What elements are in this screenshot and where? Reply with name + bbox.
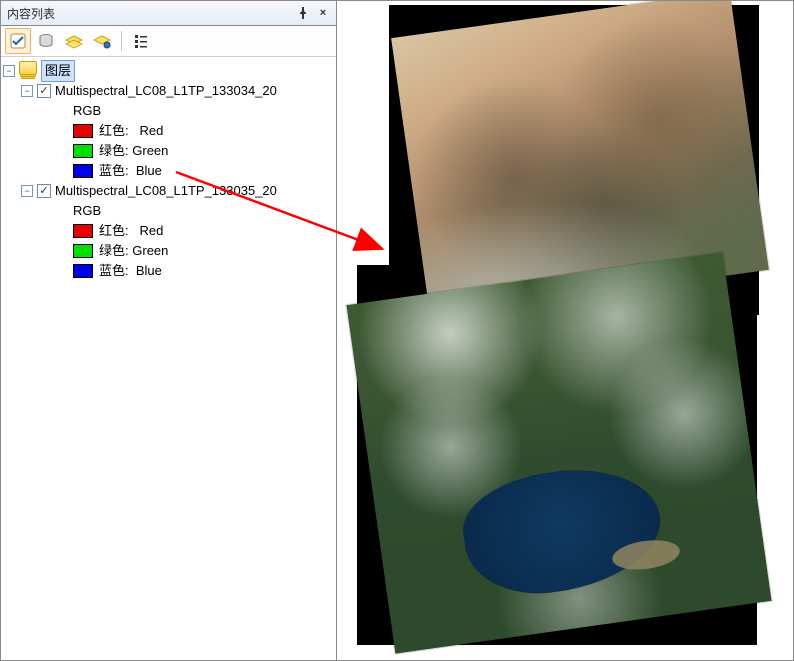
color-swatch-green: [73, 144, 93, 158]
layer-name[interactable]: Multispectral_LC08_L1TP_133035_20: [55, 181, 277, 201]
tree-root-label[interactable]: 图层: [41, 60, 75, 82]
band-label: 绿色:: [99, 141, 129, 161]
toc-tree[interactable]: − 图层 − Multispectral_LC08_L1TP_133034_20…: [1, 57, 336, 660]
band-value: Red: [139, 221, 163, 241]
color-swatch-blue: [73, 164, 93, 178]
band-label: 蓝色:: [99, 261, 129, 281]
toc-title: 内容列表: [7, 5, 292, 22]
toolbar-list-by-visibility[interactable]: [61, 28, 87, 54]
band-label: 蓝色:: [99, 161, 129, 181]
expander-icon[interactable]: −: [3, 65, 15, 77]
expander-icon[interactable]: −: [21, 85, 33, 97]
color-swatch-red: [73, 224, 93, 238]
band-value: Green: [132, 141, 168, 161]
layer-visibility-checkbox[interactable]: [37, 84, 51, 98]
toolbar-list-by-source[interactable]: [33, 28, 59, 54]
band-label: 红色:: [99, 221, 129, 241]
app-root: 内容列表 ×: [0, 0, 794, 661]
toolbar-separator: [121, 31, 122, 51]
tree-layer-0-band-red: 红色: Red: [3, 121, 334, 141]
band-label: 绿色:: [99, 241, 129, 261]
toc-titlebar: 内容列表 ×: [1, 1, 336, 26]
renderer-label: RGB: [73, 201, 101, 221]
tree-layer-1-band-red: 红色: Red: [3, 221, 334, 241]
renderer-label: RGB: [73, 101, 101, 121]
color-swatch-red: [73, 124, 93, 138]
layer-visibility-checkbox[interactable]: [37, 184, 51, 198]
pin-icon[interactable]: [294, 4, 312, 22]
map-scenes: [357, 5, 777, 645]
tree-layer-0-band-blue: 蓝色: Blue: [3, 161, 334, 181]
color-swatch-blue: [73, 264, 93, 278]
layer-name[interactable]: Multispectral_LC08_L1TP_133034_20: [55, 81, 277, 101]
toolbar-list-by-selection[interactable]: [89, 28, 115, 54]
close-icon[interactable]: ×: [314, 4, 332, 22]
tree-root[interactable]: − 图层: [3, 61, 334, 81]
tree-layer-1-band-blue: 蓝色: Blue: [3, 261, 334, 281]
toolbar-options[interactable]: [128, 28, 154, 54]
band-value: Red: [139, 121, 163, 141]
map-view[interactable]: [337, 1, 793, 660]
toc-panel: 内容列表 ×: [1, 1, 337, 660]
band-value: Blue: [136, 261, 162, 281]
color-swatch-green: [73, 244, 93, 258]
toc-toolbar: [1, 26, 336, 57]
layers-icon: [19, 61, 37, 75]
band-label: 红色:: [99, 121, 129, 141]
band-value: Green: [132, 241, 168, 261]
tree-layer-0[interactable]: − Multispectral_LC08_L1TP_133034_20: [3, 81, 334, 101]
raster-layer-1[interactable]: [346, 252, 771, 653]
tree-layer-0-band-green: 绿色: Green: [3, 141, 334, 161]
tree-layer-1[interactable]: − Multispectral_LC08_L1TP_133035_20: [3, 181, 334, 201]
toolbar-list-by-drawing-order[interactable]: [5, 28, 31, 54]
tree-layer-0-renderer: RGB: [3, 101, 334, 121]
tree-layer-1-band-green: 绿色: Green: [3, 241, 334, 261]
tree-layer-1-renderer: RGB: [3, 201, 334, 221]
expander-icon[interactable]: −: [21, 185, 33, 197]
band-value: Blue: [136, 161, 162, 181]
